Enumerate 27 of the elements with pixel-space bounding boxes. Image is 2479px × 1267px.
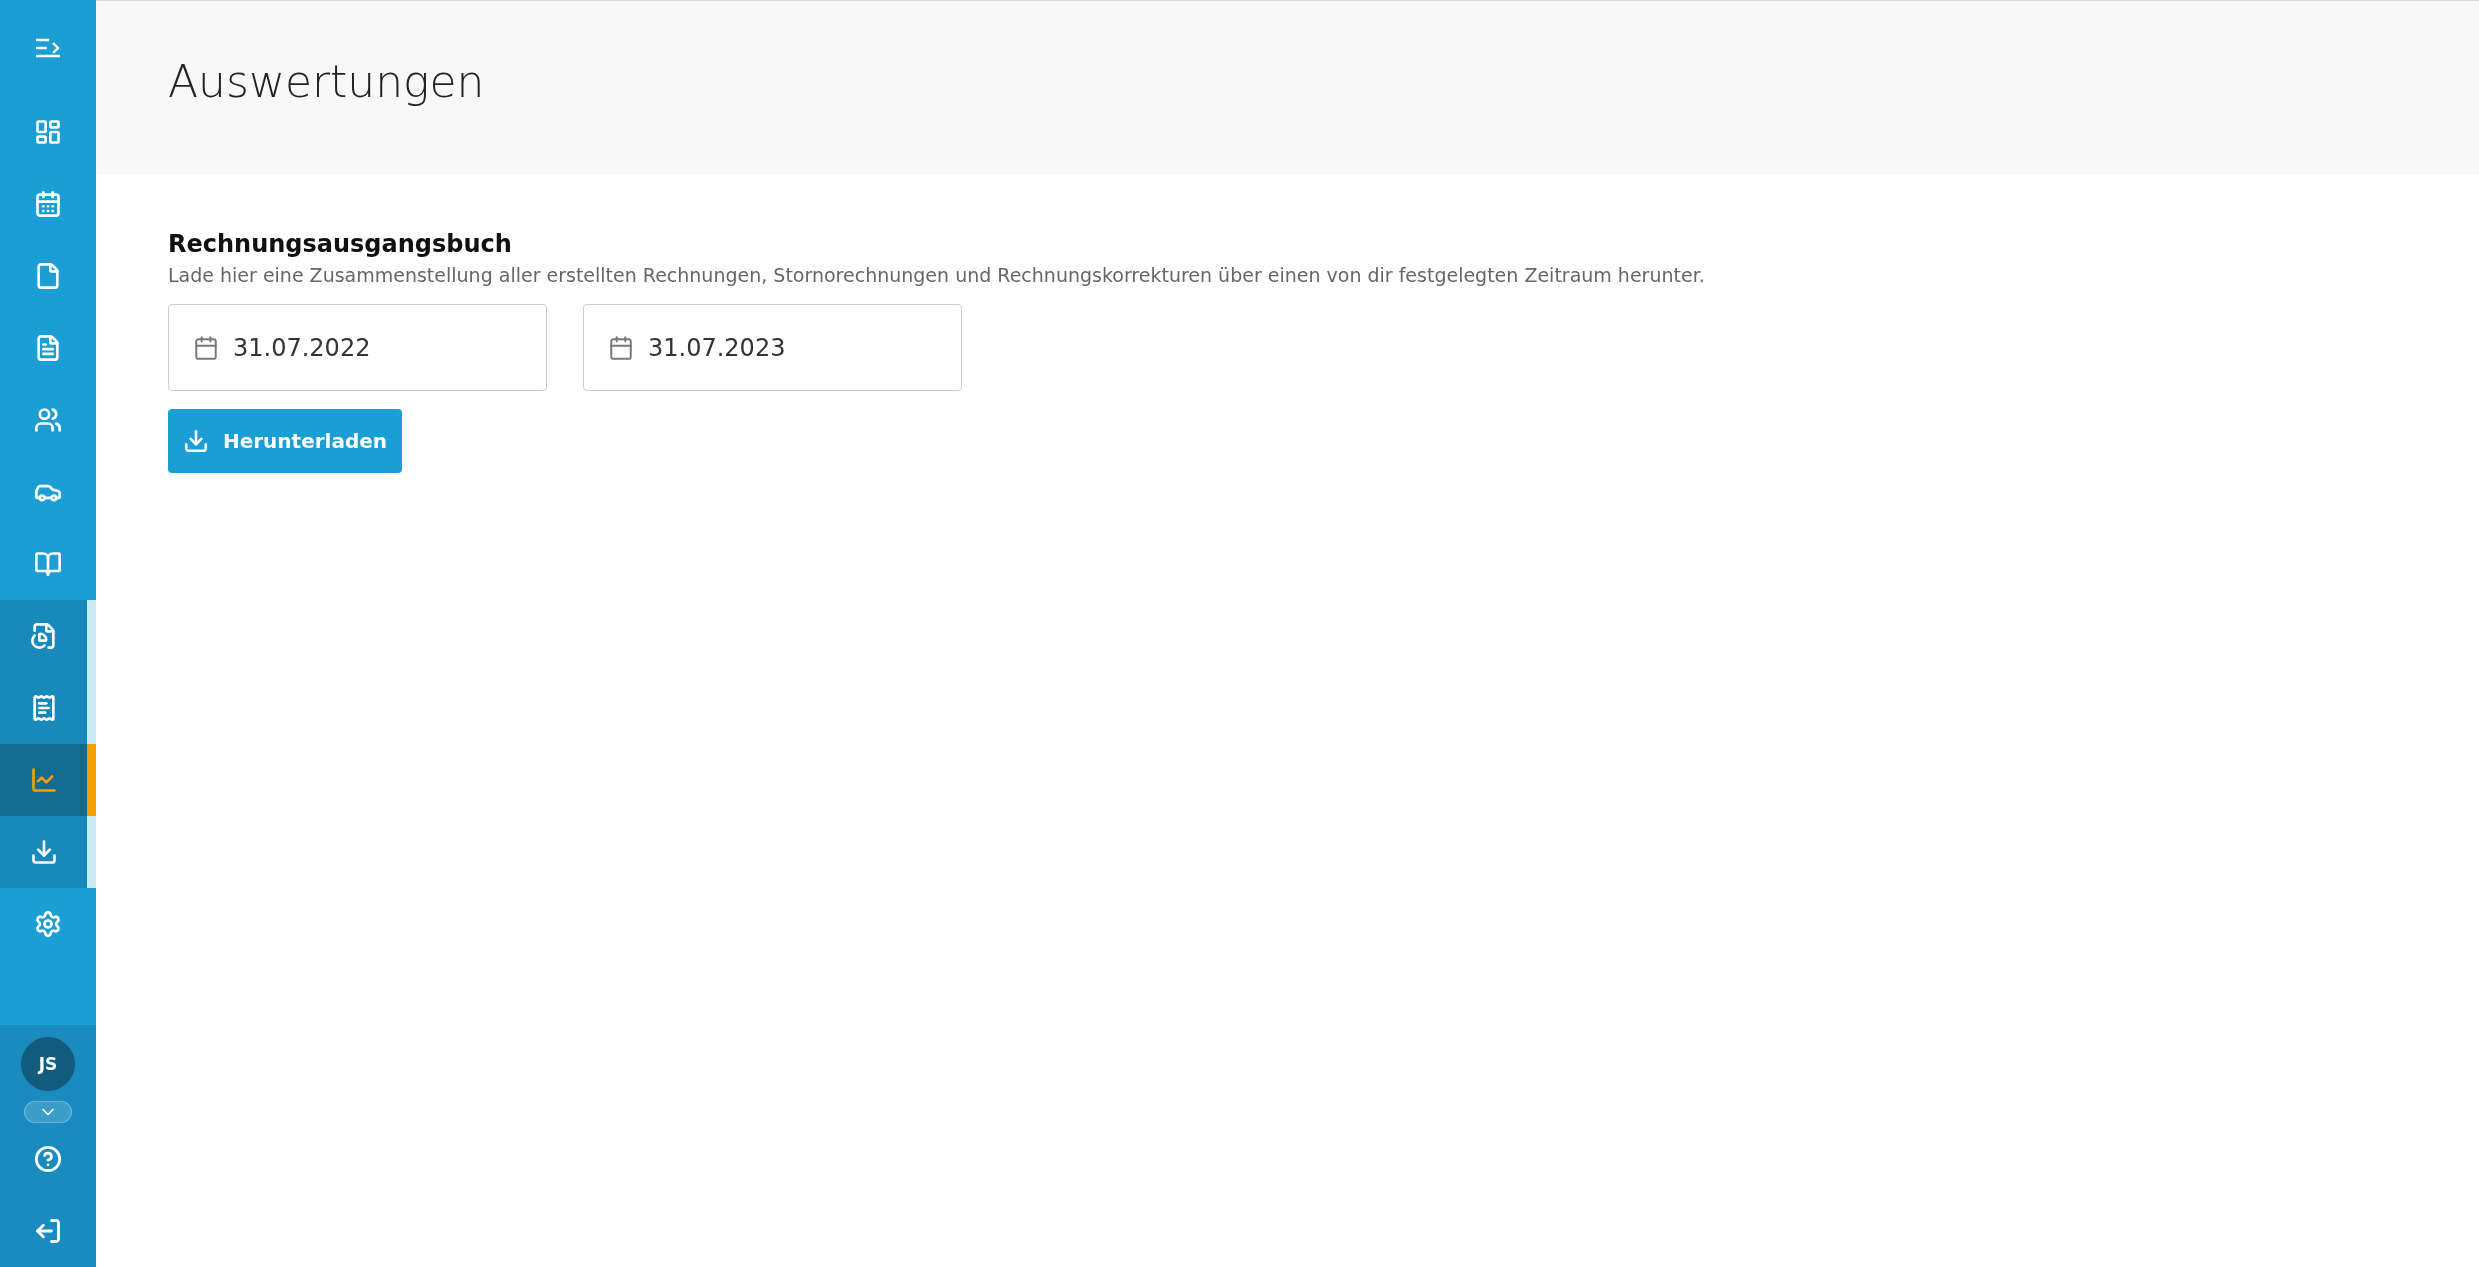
nav-button[interactable] xyxy=(0,600,96,672)
nav-button[interactable] xyxy=(0,744,96,816)
section-title: Rechnungsausgangsbuch xyxy=(168,230,513,258)
calendar-icon xyxy=(193,334,219,361)
menu-icon xyxy=(35,37,61,59)
section-description: Lade hier eine Zusammenstellung aller erstellten Rechnungen, Stornorechnungen und Rechnungskorrekturen über einen von dir festgelegten Zeitraum herunter. xyxy=(168,264,1706,286)
dashboard-icon xyxy=(34,118,62,146)
nav-button[interactable] xyxy=(0,672,96,744)
help-icon xyxy=(34,1145,62,1173)
page-title: Auswertungen xyxy=(168,56,485,107)
date-field[interactable]: 31.07.2022 xyxy=(168,304,547,391)
users-icon xyxy=(34,406,62,434)
line-chart-icon xyxy=(29,766,58,794)
download-icon xyxy=(29,838,58,866)
nav-button[interactable] xyxy=(0,816,96,888)
calendar-icon xyxy=(34,190,62,218)
document-icon xyxy=(34,262,62,290)
date-field[interactable]: 31.07.2023 xyxy=(583,304,962,391)
text-document-icon xyxy=(34,334,62,362)
user-avatar[interactable]: JS xyxy=(21,1037,75,1091)
calendar-icon xyxy=(608,334,634,361)
settings-icon xyxy=(34,910,62,938)
logout-icon xyxy=(34,1217,62,1245)
download-icon xyxy=(182,428,209,454)
pie-chart-document-icon xyxy=(29,622,58,650)
book-icon xyxy=(34,550,62,578)
user-menu-toggle[interactable] xyxy=(24,1101,72,1123)
